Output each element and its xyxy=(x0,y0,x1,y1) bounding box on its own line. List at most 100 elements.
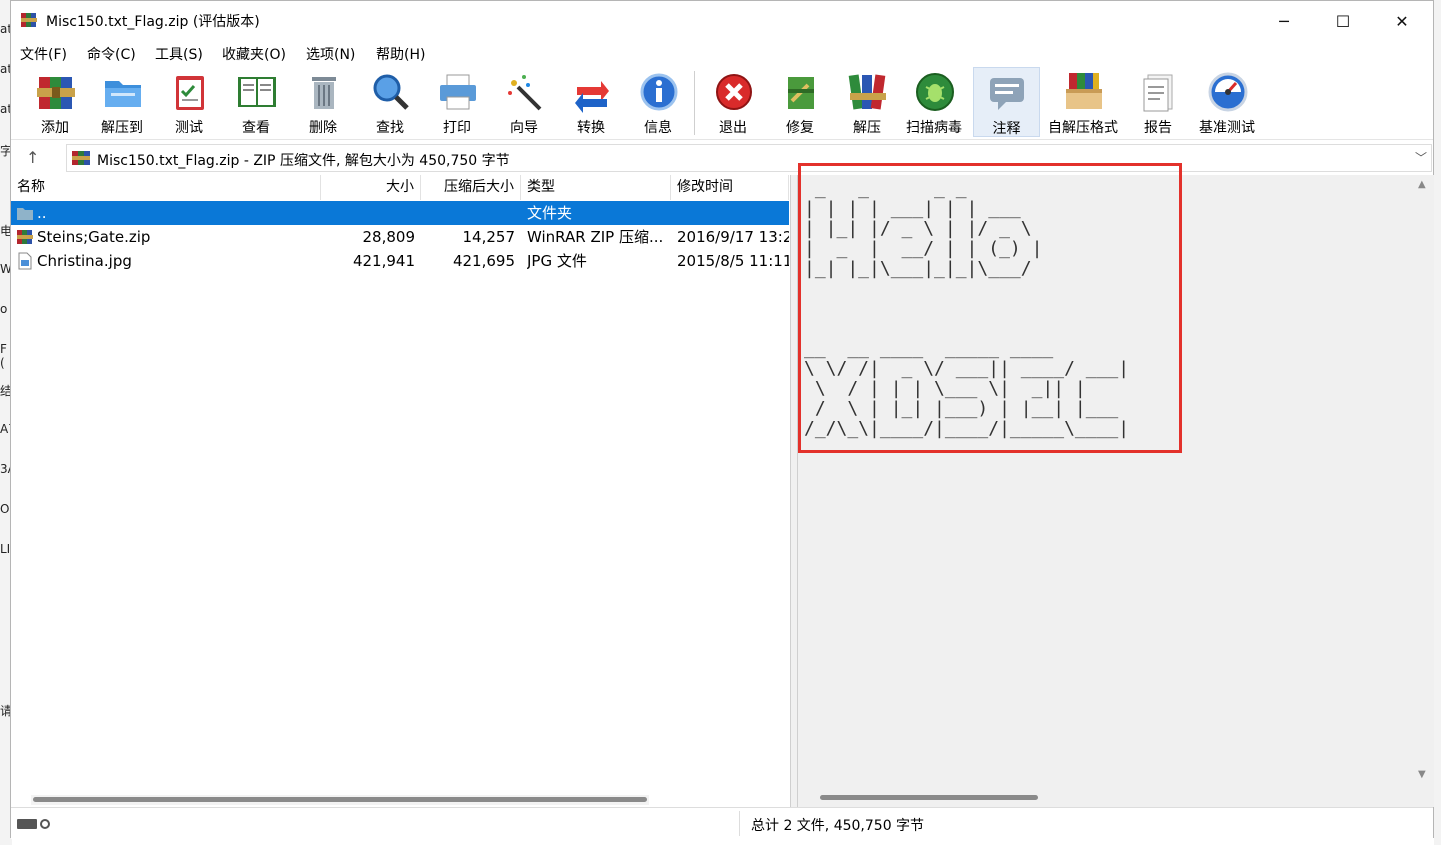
scroll-up-arrow-icon[interactable]: ▲ xyxy=(1418,179,1426,190)
close-button[interactable]: ✕ xyxy=(1373,1,1431,41)
convert-button[interactable]: 转换 xyxy=(559,67,623,137)
print-button[interactable]: 打印 xyxy=(425,67,489,137)
toolbar-label: 基准测试 xyxy=(1199,120,1255,136)
toolbar: 添加 解压到 测试 查看 删除 查找 打印 向导 转换 信息 退出 修复 解压 … xyxy=(11,65,1433,140)
title-bar[interactable]: Misc150.txt_Flag.zip (评估版本) ─ ☐ ✕ xyxy=(11,1,1433,41)
printer-icon xyxy=(440,74,476,110)
menu-tools[interactable]: 工具(S) xyxy=(155,44,203,64)
chevron-down-icon[interactable]: ﹀ xyxy=(1415,149,1427,166)
horizontal-scrollbar-thumb[interactable] xyxy=(33,797,647,802)
image-file-icon xyxy=(18,252,32,270)
comment-horizontal-scrollbar-thumb[interactable] xyxy=(820,795,1038,800)
menu-help[interactable]: 帮助(H) xyxy=(376,44,425,64)
benchmark-gauge-icon xyxy=(1208,72,1248,112)
virus-scan-button[interactable]: 扫描病毒 xyxy=(902,67,966,137)
sfx-button[interactable]: 自解压格式 xyxy=(1048,67,1118,137)
column-header-name[interactable]: 名称 xyxy=(11,175,321,200)
wizard-button[interactable]: 向导 xyxy=(492,67,556,137)
repair-icon xyxy=(788,77,814,109)
delete-button[interactable]: 删除 xyxy=(291,67,355,137)
toolbar-label: 信息 xyxy=(644,120,672,136)
extract-to-folder-icon xyxy=(105,81,141,107)
archive-path: Misc150.txt_Flag.zip - ZIP 压缩文件, 解包大小为 4… xyxy=(97,153,510,169)
file-name: Steins;Gate.zip xyxy=(37,228,151,246)
table-row[interactable]: Steins;Gate.zip 28,809 14,257 WinRAR ZIP… xyxy=(11,225,789,249)
pane-splitter[interactable] xyxy=(790,175,798,807)
file-list-pane: 名称 大小 压缩后大小 类型 修改时间 .. 文件夹 Steins;Gate.z… xyxy=(11,175,789,807)
magic-wand-icon xyxy=(508,75,542,111)
menu-file[interactable]: 文件(F) xyxy=(20,44,67,64)
toolbar-label: 自解压格式 xyxy=(1048,120,1118,136)
minimize-button[interactable]: ─ xyxy=(1255,1,1313,41)
benchmark-button[interactable]: 基准测试 xyxy=(1195,67,1259,137)
exit-x-icon xyxy=(716,74,752,110)
address-row: ↑ Misc150.txt_Flag.zip - ZIP 压缩文件, 解包大小为… xyxy=(11,141,1433,175)
menu-options[interactable]: 选项(N) xyxy=(306,44,355,64)
column-header-packed[interactable]: 压缩后大小 xyxy=(421,175,521,200)
column-header-modified[interactable]: 修改时间 xyxy=(671,175,789,200)
view-button[interactable]: 查看 xyxy=(224,67,288,137)
maximize-button[interactable]: ☐ xyxy=(1314,1,1372,41)
report-button[interactable]: 报告 xyxy=(1126,67,1190,137)
file-packed-size: 14,257 xyxy=(462,228,516,246)
file-size: 28,809 xyxy=(362,228,416,246)
view-book-icon xyxy=(238,77,276,107)
column-header-type[interactable]: 类型 xyxy=(521,175,671,200)
highlight-box xyxy=(798,163,1182,453)
up-arrow-icon[interactable]: ↑ xyxy=(26,148,39,167)
folder-icon xyxy=(17,208,33,220)
report-icon xyxy=(1143,74,1173,112)
file-packed-size: 421,695 xyxy=(452,252,515,270)
background-text: o xyxy=(0,302,8,316)
file-type: JPG 文件 xyxy=(527,252,587,270)
extract-books-icon xyxy=(848,74,886,110)
scroll-down-arrow-icon[interactable]: ▼ xyxy=(1418,769,1426,780)
info-icon xyxy=(640,73,678,111)
virus-scan-icon xyxy=(916,73,954,111)
add-archive-icon xyxy=(37,77,75,109)
find-button[interactable]: 查找 xyxy=(358,67,422,137)
zip-archive-icon xyxy=(17,230,33,244)
column-header-size[interactable]: 大小 xyxy=(321,175,421,200)
convert-arrows-icon xyxy=(575,81,609,113)
winrar-window: Misc150.txt_Flag.zip (评估版本) ─ ☐ ✕ 文件(F) … xyxy=(10,0,1434,839)
address-bar[interactable]: Misc150.txt_Flag.zip - ZIP 压缩文件, 解包大小为 4… xyxy=(66,144,1432,172)
extract-button[interactable]: 解压 xyxy=(835,67,899,137)
status-total: 总计 2 文件, 450,750 字节 xyxy=(751,818,925,834)
menu-commands[interactable]: 命令(C) xyxy=(87,44,136,64)
comment-vertical-scrollbar[interactable]: ▲ ▼ xyxy=(1413,175,1434,807)
table-row[interactable]: Christina.jpg 421,941 421,695 JPG 文件 201… xyxy=(11,249,789,273)
background-text: LI xyxy=(0,542,11,556)
window-title: Misc150.txt_Flag.zip (评估版本) xyxy=(46,14,260,30)
status-bar: 总计 2 文件, 450,750 字节 xyxy=(11,807,1433,839)
file-type: WinRAR ZIP 压缩... xyxy=(527,228,664,246)
file-modified: 2015/8/5 11:11 xyxy=(677,252,789,270)
toolbar-label: 注释 xyxy=(992,121,1021,137)
file-modified: 2016/9/17 13:2 xyxy=(677,228,789,246)
background-window-edge-right xyxy=(1434,0,1441,845)
comment-button[interactable]: 注释 xyxy=(973,67,1040,137)
sfx-box-icon xyxy=(1066,73,1102,109)
magnifier-icon xyxy=(373,74,409,110)
file-type: 文件夹 xyxy=(527,204,573,222)
test-button[interactable]: 测试 xyxy=(157,67,221,137)
menu-bar: 文件(F) 命令(C) 工具(S) 收藏夹(O) 选项(N) 帮助(H) xyxy=(11,41,1433,65)
repair-button[interactable]: 修复 xyxy=(768,67,832,137)
info-button[interactable]: 信息 xyxy=(626,67,690,137)
status-separator xyxy=(739,811,740,836)
menu-favorites[interactable]: 收藏夹(O) xyxy=(222,44,286,64)
winrar-app-icon xyxy=(21,13,37,27)
comment-bubble-icon xyxy=(990,78,1024,110)
comment-pane: _ _ _ _ | | | | ___| | | ___ | |_| |/ _ … xyxy=(798,163,1413,807)
file-name: .. xyxy=(37,204,47,222)
file-size: 421,941 xyxy=(352,252,415,270)
keyboard-lock-icon xyxy=(17,819,50,829)
trash-can-icon xyxy=(312,77,336,109)
test-clipboard-icon xyxy=(176,76,204,110)
exit-button[interactable]: 退出 xyxy=(701,67,765,137)
add-button[interactable]: 添加 xyxy=(23,67,87,137)
extract-to-button[interactable]: 解压到 xyxy=(90,67,154,137)
file-name: Christina.jpg xyxy=(37,252,132,270)
zip-archive-icon xyxy=(72,151,90,165)
table-row[interactable]: .. 文件夹 xyxy=(11,201,789,225)
